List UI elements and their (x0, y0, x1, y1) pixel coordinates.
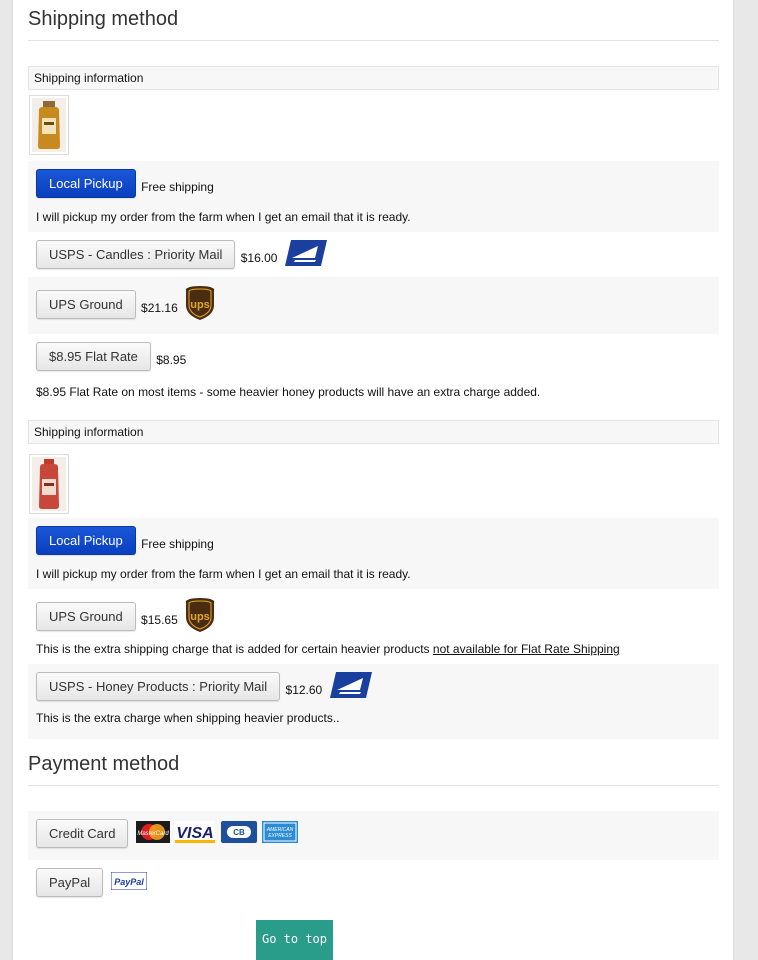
product-thumbnail-honey-jar (29, 95, 69, 155)
flat-rate-button[interactable]: $8.95 Flat Rate (36, 342, 151, 371)
option-description: $8.95 Flat Rate on most items - some hea… (36, 385, 541, 399)
shipping-option-usps-candles: USPS - Candles : Priority Mail $16.00 (28, 232, 719, 277)
option-description: This is the extra charge when shipping h… (36, 711, 340, 725)
shipping-info-bar: Shipping information (28, 420, 719, 444)
shipping-option-ups-ground: UPS Ground $21.16 ups (28, 277, 719, 334)
option-description: This is the extra shipping charge that i… (36, 642, 711, 656)
usps-honey-priority-button[interactable]: USPS - Honey Products : Priority Mail (36, 672, 281, 701)
shipping-method-title: Shipping method (28, 0, 719, 41)
payment-option-credit-card: Credit Card MasterCard VISA CB AMERICAN … (28, 811, 719, 860)
shipping-option-flat-rate: $8.95 Flat Rate $8.95 $8.95 Flat Rate on… (28, 334, 719, 407)
flat-rate-exclusion-link[interactable]: not available for Flat Rate Shipping (433, 642, 620, 656)
option-description: I will pickup my order from the farm whe… (36, 567, 411, 581)
paypal-icon: PayPal (110, 871, 148, 893)
svg-text:EXPRESS: EXPRESS (268, 833, 292, 839)
option-description: I will pickup my order from the farm whe… (36, 210, 411, 224)
svg-text:CB: CB (233, 828, 245, 837)
american-express-icon: AMERICAN EXPRESS (261, 821, 298, 846)
svg-text:VISA: VISA (176, 825, 213, 842)
option-description-text: This is the extra shipping charge that i… (36, 642, 430, 656)
option-price: $15.65 (141, 612, 178, 627)
shipping-option-local-pickup: Local Pickup Free shipping I will pickup… (28, 161, 719, 232)
ups-ground-button[interactable]: UPS Ground (36, 290, 136, 319)
visa-icon: VISA (175, 821, 216, 846)
option-price: Free shipping (141, 179, 214, 194)
checkout-content: Shipping method Shipping information Loc… (28, 0, 719, 905)
svg-text:PayPal: PayPal (114, 877, 144, 887)
usps-icon (284, 240, 327, 269)
option-price: $21.16 (141, 300, 178, 315)
page-container: Shipping method Shipping information Loc… (13, 0, 733, 960)
option-price: $12.60 (285, 682, 323, 697)
svg-text:MasterCard: MasterCard (137, 831, 169, 837)
svg-text:ups: ups (190, 299, 210, 311)
cb-icon: CB (220, 821, 257, 846)
go-to-top-button[interactable]: Go to top (256, 920, 333, 960)
option-price: Free shipping (141, 536, 214, 551)
product-thumbnail-honey-bottle (29, 454, 69, 514)
svg-text:ups: ups (190, 611, 210, 623)
local-pickup-button[interactable]: Local Pickup (36, 526, 136, 555)
credit-card-button[interactable]: Credit Card (36, 819, 129, 848)
shipping-info-bar: Shipping information (28, 66, 719, 90)
ups-icon: ups (185, 285, 215, 324)
local-pickup-button[interactable]: Local Pickup (36, 169, 136, 198)
mastercard-icon: MasterCard (135, 821, 170, 846)
payment-option-paypal: PayPal PayPal (28, 860, 719, 905)
shipping-option-usps-honey: USPS - Honey Products : Priority Mail $1… (28, 664, 719, 739)
option-price: $16.00 (240, 250, 278, 265)
ups-ground-button[interactable]: UPS Ground (36, 602, 136, 631)
paypal-button[interactable]: PayPal (36, 868, 104, 897)
shipping-group-2: Shipping information Local Pickup Free s… (28, 420, 719, 739)
shipping-option-ups-ground: UPS Ground $15.65 ups This is the extra … (28, 589, 719, 664)
usps-candles-priority-button[interactable]: USPS - Candles : Priority Mail (36, 240, 236, 269)
usps-icon (329, 672, 372, 701)
ups-icon: ups (185, 597, 215, 636)
option-price: $8.95 (156, 352, 187, 367)
shipping-option-local-pickup: Local Pickup Free shipping I will pickup… (28, 518, 719, 589)
payment-method-title: Payment method (28, 745, 719, 786)
shipping-group-1: Shipping information Local Pickup Free s… (28, 66, 719, 407)
